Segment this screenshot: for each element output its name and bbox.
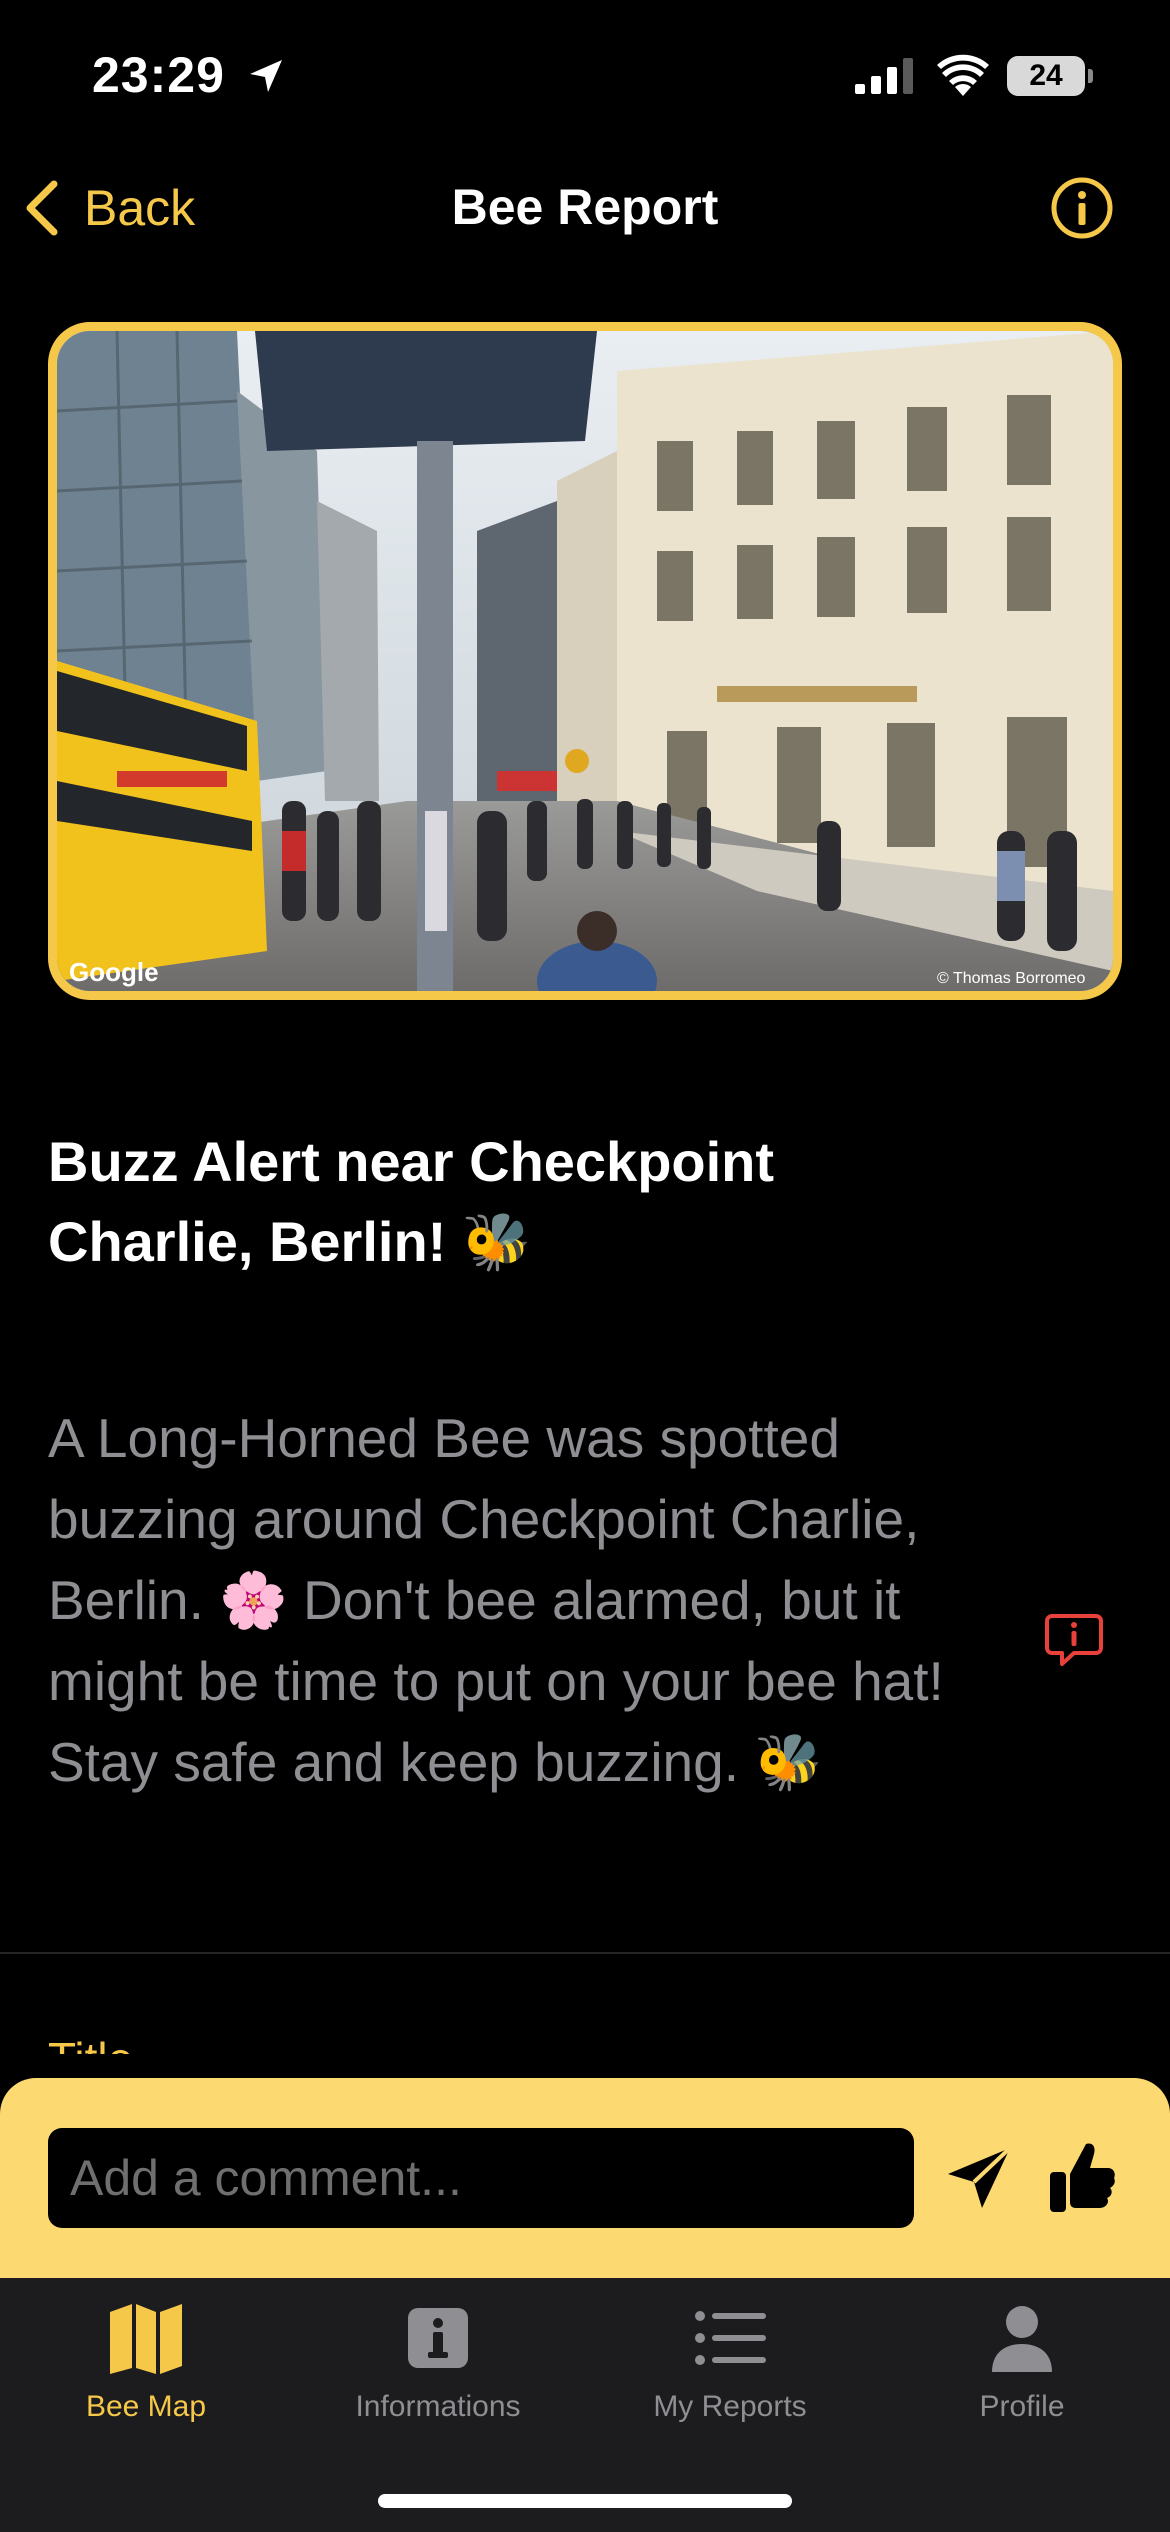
section-divider <box>0 1952 1170 1954</box>
thumbs-up-icon[interactable] <box>1048 2138 1116 2216</box>
street-scene-image: Google © Thomas Borromeo <box>57 331 1113 991</box>
comment-bar <box>0 2078 1170 2278</box>
info-square-icon <box>408 2308 468 2368</box>
section-label-title: Title <box>48 2024 133 2054</box>
back-button[interactable]: Back <box>22 170 195 246</box>
report-headline: Buzz Alert near Checkpoint Charlie, Berl… <box>48 1130 775 1273</box>
list-icon <box>695 2311 766 2365</box>
tab-bee-map[interactable]: Bee Map <box>0 2298 292 2448</box>
tab-my-reports[interactable]: My Reports <box>584 2298 876 2448</box>
tab-informations[interactable]: Informations <box>292 2298 584 2448</box>
photo-watermark-credit: © Thomas Borromeo <box>937 970 1086 987</box>
send-icon[interactable] <box>944 2144 1014 2214</box>
tab-label: Informations <box>355 2390 521 2423</box>
tab-label: Bee Map <box>85 2390 207 2423</box>
battery-level: 24 <box>1029 59 1063 92</box>
photo-watermark-google: Google <box>69 957 159 987</box>
home-indicator <box>378 2494 792 2508</box>
map-icon <box>110 2304 182 2374</box>
tab-label: My Reports <box>653 2390 807 2423</box>
status-time: 23:29 <box>92 47 225 103</box>
tab-label: Profile <box>979 2390 1065 2423</box>
report-description: A Long-Horned Bee was spotted buzzing ar… <box>48 1407 944 1793</box>
comment-input[interactable] <box>48 2128 914 2228</box>
location-arrow-icon <box>250 60 282 92</box>
status-bar: 23:29 24 <box>0 0 1170 160</box>
bee-report-screen: 23:29 24 Back Bee Report Google © Thomas… <box>0 0 1170 2532</box>
info-circle-icon[interactable] <box>1050 176 1114 240</box>
report-photo[interactable]: Google © Thomas Borromeo <box>48 322 1122 1000</box>
person-icon <box>992 2306 1052 2372</box>
wifi-icon <box>937 54 989 96</box>
chevron-left-icon <box>26 180 58 236</box>
report-issue-icon[interactable] <box>1044 1612 1104 1668</box>
signal-icon <box>855 58 913 94</box>
back-label: Back <box>84 180 196 236</box>
tab-profile[interactable]: Profile <box>876 2298 1168 2448</box>
battery-icon: 24 <box>1007 56 1093 96</box>
